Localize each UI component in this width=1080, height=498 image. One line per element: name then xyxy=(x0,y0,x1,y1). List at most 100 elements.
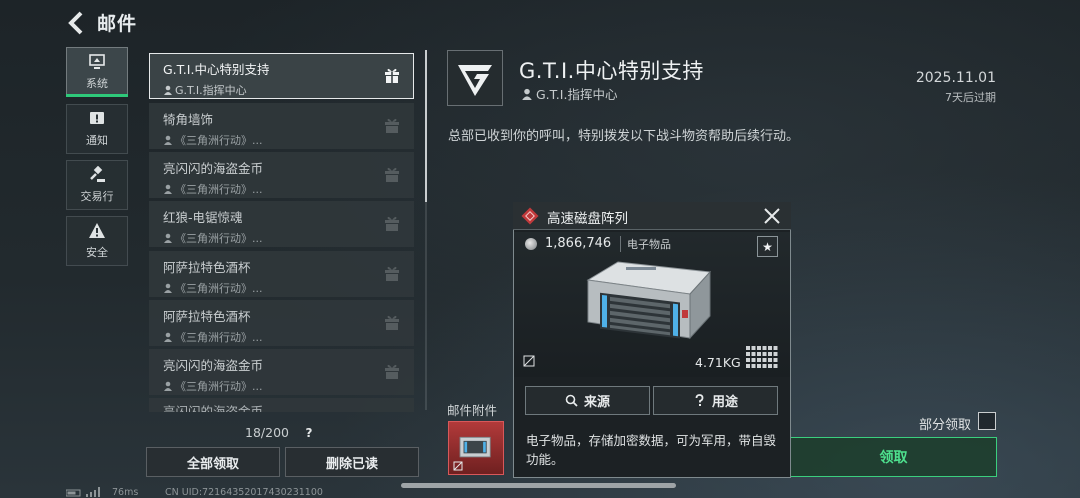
mail-title: 亮闪闪的海盗金币 xyxy=(163,404,264,412)
mail-sender: 《三角洲行动》... xyxy=(163,230,414,246)
ping-text: 76ms xyxy=(112,487,139,498)
gavel-icon xyxy=(90,166,105,182)
mail-item[interactable]: 犄角墙饰 《三角洲行动》... xyxy=(149,103,414,149)
disk-array-thumb-icon xyxy=(459,436,491,458)
user-icon xyxy=(164,283,172,293)
mail-item[interactable]: 亮闪闪的海盗金币 《三角洲行动》... xyxy=(149,349,414,395)
category-tab-trade[interactable]: 交易行 xyxy=(66,160,128,210)
item-source-label: 来源 xyxy=(583,395,610,410)
page-title: 邮件 xyxy=(97,13,138,35)
mail-item[interactable]: 阿萨拉特色酒杯 《三角洲行动》... xyxy=(149,251,414,297)
mail-detail-sender-text: G.T.I.指挥中心 xyxy=(536,87,618,102)
mail-sender-text: 《三角洲行动》... xyxy=(175,232,263,245)
mail-sender: 《三角洲行动》... xyxy=(163,132,414,148)
sender-logo xyxy=(447,50,503,106)
category-label: 通知 xyxy=(86,134,108,147)
mail-count: 18/200 xyxy=(245,425,289,440)
untradeable-icon xyxy=(523,355,535,367)
mail-item[interactable]: 红狼-电锯惊魂 《三角洲行动》... xyxy=(149,201,414,247)
mail-title: 犄角墙饰 xyxy=(163,112,214,127)
user-icon xyxy=(164,184,172,194)
mail-sender-text: 《三角洲行动》... xyxy=(175,380,263,393)
partial-claim-checkbox[interactable] xyxy=(978,412,996,430)
rarity-diamond-icon xyxy=(521,207,539,225)
mail-title: G.T.I.中心特别支持 xyxy=(163,62,270,77)
user-icon xyxy=(164,135,172,145)
uid-text: CN UID:72164352017430231100 xyxy=(165,487,323,498)
mail-sender-text: 《三角洲行动》... xyxy=(175,331,263,344)
mail-sender-text: 《三角洲行动》... xyxy=(175,183,263,196)
mail-sender-text: 《三角洲行动》... xyxy=(175,134,263,147)
mail-item-partial[interactable]: 亮闪闪的海盗金币 xyxy=(149,398,414,412)
mail-sender: G.T.I.指挥中心 xyxy=(163,82,413,98)
mail-detail-title: G.T.I.中心特别支持 xyxy=(519,59,704,83)
gift-icon xyxy=(385,266,399,281)
mail-sender: 《三角洲行动》... xyxy=(163,280,414,296)
disk-array-icon xyxy=(586,261,712,340)
untradeable-icon xyxy=(453,461,463,471)
mail-sender: 《三角洲行动》... xyxy=(163,378,414,394)
mail-item[interactable]: 亮闪闪的海盗金币 《三角洲行动》... xyxy=(149,152,414,198)
favorite-star-icon[interactable]: ★ xyxy=(757,236,778,257)
item-size-grid-icon xyxy=(746,346,778,368)
mail-sender: 《三角洲行动》... xyxy=(163,181,414,197)
gift-icon xyxy=(385,364,399,379)
category-tab-system[interactable]: 系统 xyxy=(66,47,128,97)
gift-icon xyxy=(385,167,399,182)
item-name: 高速磁盘阵列 xyxy=(547,211,628,227)
item-price: 1,866,746 xyxy=(545,236,612,251)
claim-button[interactable]: 领取 xyxy=(790,437,997,477)
category-label: 安全 xyxy=(86,246,108,259)
mail-title: 红狼-电锯惊魂 xyxy=(163,210,243,225)
mail-title: 阿萨拉特色酒杯 xyxy=(163,309,251,324)
item-weight: 4.71KG xyxy=(695,355,741,370)
mail-list-scroll-thumb[interactable] xyxy=(425,50,427,202)
claim-all-button[interactable]: 全部领取 xyxy=(146,447,280,477)
mail-sender-text: 《三角洲行动》... xyxy=(175,282,263,295)
category-tab-notice[interactable]: 通知 xyxy=(66,104,128,154)
gift-icon xyxy=(385,216,399,231)
mail-sender-text: G.T.I.指挥中心 xyxy=(175,84,247,97)
attachments-label: 邮件附件 xyxy=(447,403,498,418)
item-use-label: 用途 xyxy=(711,395,738,410)
mail-title: 亮闪闪的海盗金币 xyxy=(163,358,264,373)
signal-icon xyxy=(66,487,100,497)
user-icon xyxy=(164,85,172,95)
help-icon[interactable]: ? xyxy=(300,424,318,442)
mail-detail-sender: G.T.I.指挥中心 xyxy=(521,84,617,103)
warning-icon xyxy=(89,223,105,238)
user-icon xyxy=(164,381,172,391)
mail-item[interactable]: 阿萨拉特色酒杯 《三角洲行动》... xyxy=(149,300,414,346)
item-description: 电子物品，存储加密数据，可为军用，带自毁功能。 xyxy=(526,433,777,467)
search-icon xyxy=(565,394,578,407)
close-icon[interactable] xyxy=(762,206,782,226)
gti-logo-icon xyxy=(458,65,492,96)
attachment-item[interactable] xyxy=(448,421,504,475)
category-label: 交易行 xyxy=(80,190,114,203)
mail-date: 2025.11.01 xyxy=(915,70,996,86)
coin-icon xyxy=(525,238,537,250)
mail-sender: 《三角洲行动》... xyxy=(163,329,414,345)
user-icon xyxy=(164,233,172,243)
user-icon xyxy=(164,332,172,342)
gift-icon xyxy=(385,315,399,330)
delete-read-button[interactable]: 删除已读 xyxy=(285,447,419,477)
user-icon xyxy=(522,88,532,100)
category-tab-security[interactable]: 安全 xyxy=(66,216,128,266)
question-icon xyxy=(695,394,704,406)
mail-item[interactable]: G.T.I.中心特别支持 G.T.I.指挥中心 xyxy=(149,53,414,99)
gift-icon xyxy=(385,68,399,83)
alert-icon xyxy=(90,112,104,124)
mail-title: 亮闪闪的海盗金币 xyxy=(163,161,264,176)
monitor-icon xyxy=(89,54,105,69)
mail-expire: 7天后过期 xyxy=(945,91,996,104)
category-label: 系统 xyxy=(86,77,108,90)
back-button[interactable] xyxy=(66,10,86,36)
partial-claim-label: 部分领取 xyxy=(919,418,972,433)
item-use-button[interactable]: 用途 xyxy=(653,386,778,415)
mail-title: 阿萨拉特色酒杯 xyxy=(163,260,251,275)
home-indicator[interactable] xyxy=(401,483,676,488)
mail-body: 总部已收到你的呼叫，特别拨发以下战斗物资帮助后续行动。 xyxy=(448,129,800,144)
gift-icon xyxy=(385,118,399,133)
item-source-button[interactable]: 来源 xyxy=(525,386,650,415)
